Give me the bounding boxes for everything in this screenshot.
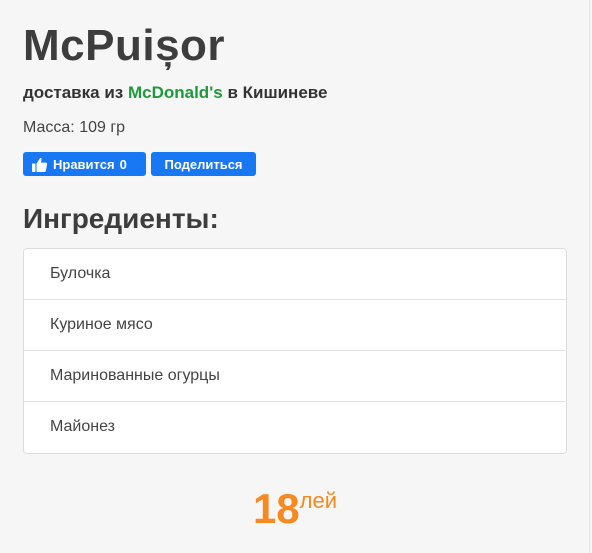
list-item: Майонез	[50, 418, 115, 435]
product-price: 18лей	[0, 484, 590, 534]
product-title: McPuișor	[23, 21, 226, 70]
list-item: Маринованные огурцы	[24, 351, 566, 402]
list-item: Куриное мясо	[24, 300, 566, 351]
list-item: Булочка	[24, 249, 566, 300]
ingredients-list: Булочка Куриное мясо Маринованные огурцы…	[23, 248, 567, 454]
share-button[interactable]: Поделиться	[151, 152, 256, 176]
ingredients-heading: Ингредиенты:	[23, 203, 219, 234]
like-button[interactable]: Нравится 0	[23, 152, 146, 176]
subtitle-suffix: в Кишиневе	[227, 83, 328, 102]
subtitle-prefix: доставка из	[23, 83, 124, 102]
like-label: Нравится	[53, 156, 115, 172]
brand-link[interactable]: McDonald's	[128, 83, 223, 102]
delivery-subtitle: доставка из McDonald's в Кишиневе	[23, 82, 327, 104]
social-buttons: Нравится 0 Поделиться	[23, 152, 256, 176]
product-page: McPuișor доставка из McDonald's в Кишине…	[0, 0, 590, 553]
product-mass: Масса: 109 гр	[23, 119, 126, 136]
like-count: 0	[119, 156, 127, 172]
thumbs-up-icon	[31, 156, 48, 173]
price-currency: лей	[299, 488, 338, 513]
price-amount: 18	[252, 485, 300, 532]
